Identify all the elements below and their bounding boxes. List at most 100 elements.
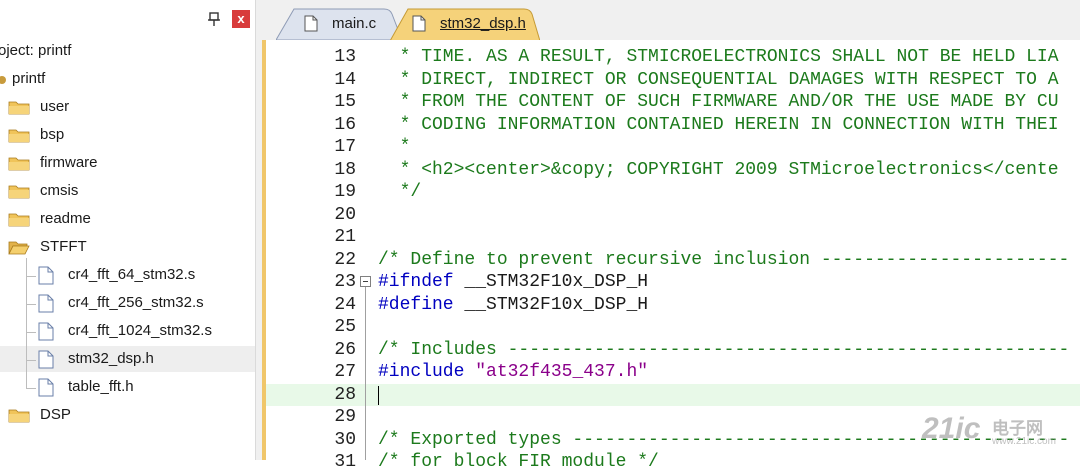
code-text: /* Includes ----------------------------… [378, 339, 1070, 360]
code-text: * [378, 137, 411, 157]
tree-item[interactable]: firmware [0, 150, 255, 176]
tree-item-label: user [40, 98, 70, 115]
code-line[interactable]: 25 [266, 316, 1080, 339]
file-icon [412, 15, 426, 32]
code-editor[interactable]: 13 * TIME. AS A RESULT, STMICROELECTRONI… [262, 40, 1080, 472]
code-line[interactable]: 24 #define __STM32F10x_DSP_H [266, 294, 1080, 317]
line-number: 19 [334, 182, 356, 202]
tree-item-label: printf [12, 70, 46, 87]
code-text: * <h2><center>&copy; COPYRIGHT 2009 STMi… [378, 159, 1059, 180]
folder-icon [8, 129, 30, 143]
code-line[interactable]: 15 * FROM THE CONTENT OF SUCH FIRMWARE A… [266, 91, 1080, 114]
code-line[interactable]: 17 * [266, 136, 1080, 159]
line-number: 13 [334, 47, 356, 67]
code-line[interactable]: 22 /* Define to prevent recursive inclusi… [266, 249, 1080, 272]
tree-item[interactable]: stm32_dsp.h [0, 346, 255, 372]
line-number: 16 [334, 114, 356, 135]
tree-item[interactable]: STFFT [0, 234, 255, 260]
tree-item-label: table_fft.h [68, 378, 134, 395]
tab-label: main.c [332, 15, 377, 32]
watermark-logo: 21ic [922, 412, 981, 445]
line-number: 23 [334, 272, 356, 292]
line-number: 22 [334, 249, 356, 270]
tree-item[interactable]: cr4_fft_256_stm32.s [0, 290, 255, 316]
line-number: 31 [334, 452, 356, 472]
tree-connector [26, 360, 36, 361]
tree-connector [26, 332, 36, 333]
line-number: 24 [334, 294, 356, 315]
watermark-url: www.21ic.com [992, 436, 1056, 447]
code-line[interactable]: 23 #ifndef __STM32F10x_DSP_H [266, 271, 1080, 294]
tree-item[interactable]: cmsis [0, 178, 255, 204]
code-text: */ [378, 182, 422, 202]
tree-item[interactable]: oject: printf [0, 38, 255, 64]
tree-item[interactable]: printf [0, 66, 255, 92]
line-number: 21 [334, 227, 356, 247]
code-line[interactable]: 19 */ [266, 181, 1080, 204]
line-number: 26 [334, 339, 356, 360]
code-text: * FROM THE CONTENT OF SUCH FIRMWARE AND/… [378, 92, 1059, 112]
target-icon [0, 76, 6, 84]
code-text: #define __STM32F10x_DSP_H [378, 294, 649, 315]
code-text: * CODING INFORMATION CONTAINED HEREIN IN… [378, 114, 1059, 135]
tree-item-label: cr4_fft_1024_stm32.s [68, 322, 212, 339]
tree-item[interactable]: bsp [0, 122, 255, 148]
file-icon [38, 322, 54, 341]
folder-icon [8, 409, 30, 423]
tree-item-label: cr4_fft_256_stm32.s [68, 294, 204, 311]
line-number: 25 [334, 317, 356, 337]
tree-item[interactable]: table_fft.h [0, 374, 255, 400]
line-number: 18 [334, 159, 356, 180]
code-text: #ifndef __STM32F10x_DSP_H [378, 272, 649, 292]
project-panel-header: x [0, 0, 255, 36]
folder-icon [8, 157, 30, 171]
tree-item-label: STFFT [40, 238, 87, 255]
code-line[interactable]: 28 [266, 383, 1080, 406]
code-line[interactable]: 18 * <h2><center>&copy; COPYRIGHT 2009 S… [266, 159, 1080, 182]
code-line[interactable]: 16 * CODING INFORMATION CONTAINED HEREIN… [266, 114, 1080, 137]
fold-toggle-icon[interactable] [360, 276, 371, 287]
line-number: 20 [334, 204, 356, 225]
code-text: * DIRECT, INDIRECT OR CONSEQUENTIAL DAMA… [378, 69, 1059, 90]
code-line[interactable]: 13 * TIME. AS A RESULT, STMICROELECTRONI… [266, 46, 1080, 69]
folder-open-icon [8, 241, 30, 255]
file-icon [304, 15, 318, 32]
code-line[interactable]: 27 #include "at32f435_437.h" [266, 361, 1080, 384]
code-text: #include "at32f435_437.h" [378, 362, 649, 382]
file-icon [38, 378, 54, 397]
line-number: 27 [334, 362, 356, 382]
close-panel-button[interactable]: x [232, 10, 250, 28]
tree-item-label: oject: printf [0, 42, 72, 59]
tree-item[interactable]: cr4_fft_1024_stm32.s [0, 318, 255, 344]
line-number: 29 [334, 407, 356, 427]
folder-icon [8, 185, 30, 199]
tree-item-label: cmsis [40, 182, 79, 199]
editor-tab-bar: main.c stm32_dsp.h [262, 0, 1080, 41]
tree-item[interactable]: readme [0, 206, 255, 232]
file-icon [38, 350, 54, 369]
file-icon [38, 294, 54, 313]
line-number: 17 [334, 137, 356, 157]
tree-connector [26, 388, 36, 389]
tree-item[interactable]: cr4_fft_64_stm32.s [0, 262, 255, 288]
tree-item-label: stm32_dsp.h [68, 350, 154, 367]
watermark: 21ic 电子网 www.21ic.com [922, 412, 1077, 458]
code-line[interactable]: 14 * DIRECT, INDIRECT OR CONSEQUENTIAL D… [266, 69, 1080, 92]
code-line[interactable]: 21 [266, 226, 1080, 249]
code-line[interactable]: 26 /* Includes --------------------------… [266, 339, 1080, 362]
code-line[interactable]: 20 [266, 204, 1080, 227]
tree-item[interactable]: user [0, 94, 255, 120]
file-icon [38, 266, 54, 285]
line-number: 28 [334, 384, 356, 405]
line-number: 14 [334, 69, 356, 90]
tab-main-c[interactable]: main.c [276, 8, 402, 40]
text-caret [378, 385, 379, 405]
tree-item-label: bsp [40, 126, 65, 143]
code-text: /* for block FIR module */ [378, 452, 659, 472]
tree-item[interactable]: DSP [0, 402, 255, 428]
pin-icon[interactable] [206, 11, 222, 27]
tree-item-label: firmware [40, 154, 98, 171]
tree-connector [26, 258, 27, 388]
tab-stm32-dsp-h[interactable]: stm32_dsp.h [390, 8, 540, 41]
line-number: 30 [334, 429, 356, 450]
